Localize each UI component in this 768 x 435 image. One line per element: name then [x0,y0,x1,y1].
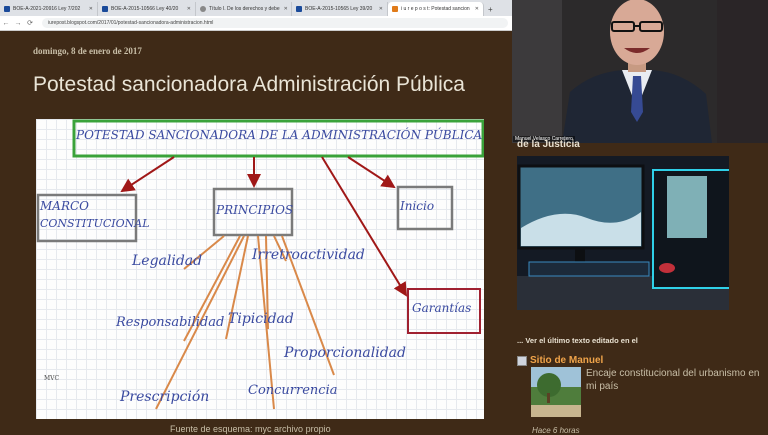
scheme-marco-label: MARCO [40,199,90,213]
scheme-responsabilidad-label: Responsabilidad [116,315,225,330]
post-date: domingo, 8 de enero de 2017 [33,46,142,56]
scheme-legalidad-label: Legalidad [132,253,203,269]
blogger-favicon-icon [392,6,398,12]
browser-tab[interactable]: Título I. De los derechos y debe ✕ [196,2,292,16]
post-age: Hace 6 horas [532,426,580,435]
address-bar: ← → ⟳ iurepost.blogspot.com/2017/01/pote… [0,16,512,31]
sidebar-section-title: de la Justicia [517,139,580,150]
close-tab-icon[interactable]: ✕ [471,6,479,12]
browser-tab[interactable]: BOE-A-2015-10565 Ley 39/20 ✕ [292,2,388,16]
boe-favicon-icon [296,6,302,12]
scheme-prescripcion-label: Prescripción [120,389,210,405]
url-text: iurepost.blogspot.com/2017/01/potestad-s… [48,20,214,26]
post-thumbnail[interactable] [531,367,581,417]
webcam-feed-image [512,0,768,143]
blog-post: domingo, 8 de enero de 2017 Potestad san… [0,31,512,434]
close-tab-icon[interactable]: ✕ [375,6,383,12]
tab-label: i u r e p o s t: Potestad sancion [401,6,470,12]
close-tab-icon[interactable]: ✕ [183,6,191,12]
blog-sidebar: de la Justicia ... Ver el último texto e… [512,139,768,435]
close-tab-icon[interactable]: ✕ [85,6,93,12]
last-edit-heading: ... Ver el último texto editado en el [517,336,638,345]
tab-label: BOE-A-2021-20916 Ley 7/202 [13,6,81,12]
webcam-video [512,0,768,143]
tab-label: BOE-A-2015-10566 Ley 40/20 [111,6,179,12]
scheme-caption: Fuente de esquema: myc archivo propio [170,424,331,434]
new-tab-button[interactable]: + [484,2,497,16]
scheme-irretroactividad-label: Irretroactividad [252,247,365,263]
page-favicon-icon [200,6,206,12]
scheme-signature: MVC [44,375,60,382]
scheme-drawing [36,119,484,410]
arrow [321,156,408,297]
arrow [120,156,175,193]
sidebar-photo [517,156,729,310]
site-favicon-icon [517,355,527,366]
reload-icon[interactable]: ⟳ [24,19,36,27]
scheme-proporcionalidad-label: Proporcionalidad [284,345,406,361]
boe-favicon-icon [4,6,10,12]
browser-tab-active[interactable]: i u r e p o s t: Potestad sancion ✕ [388,2,484,16]
scheme-principios-label: PRINCIPIOS [216,203,294,217]
scheme-tipicidad-label: Tipicidad [228,311,294,327]
back-icon[interactable]: ← [0,20,12,27]
tab-label: BOE-A-2015-10565 Ley 39/20 [305,6,373,12]
forward-icon[interactable]: → [12,20,24,27]
close-tab-icon[interactable]: ✕ [280,6,288,12]
browser-tab[interactable]: BOE-A-2021-20916 Ley 7/202 ✕ [0,2,98,16]
scheme-garantias-label: Garantías [412,301,472,315]
browser-tab[interactable]: BOE-A-2015-10566 Ley 40/20 ✕ [98,2,196,16]
handwritten-scheme-image: POTESTAD SANCIONADORA DE LA ADMINISTRACI… [36,119,484,419]
scheme-constitucional-label: CONSTITUCIONAL [40,217,150,230]
site-link[interactable]: Sitio de Manuel [517,355,603,366]
boe-favicon-icon [102,6,108,12]
scheme-inicio-label: Inicio [400,199,435,213]
post-link[interactable]: Encaje constitucional del urbanismo en m… [586,367,766,393]
arrow [347,156,396,189]
tab-label: Título I. De los derechos y debe [209,6,280,12]
scheme-concurrencia-label: Concurrencia [248,383,338,398]
scheme-top-label: POTESTAD SANCIONADORA DE LA ADMINISTRACI… [76,128,483,142]
browser-tab-strip: BOE-A-2021-20916 Ley 7/202 ✕ BOE-A-2015-… [0,0,512,16]
post-title[interactable]: Potestad sancionadora Administración Púb… [33,73,465,97]
site-name[interactable]: Sitio de Manuel [530,355,603,366]
url-field[interactable]: iurepost.blogspot.com/2017/01/potestad-s… [42,18,508,28]
